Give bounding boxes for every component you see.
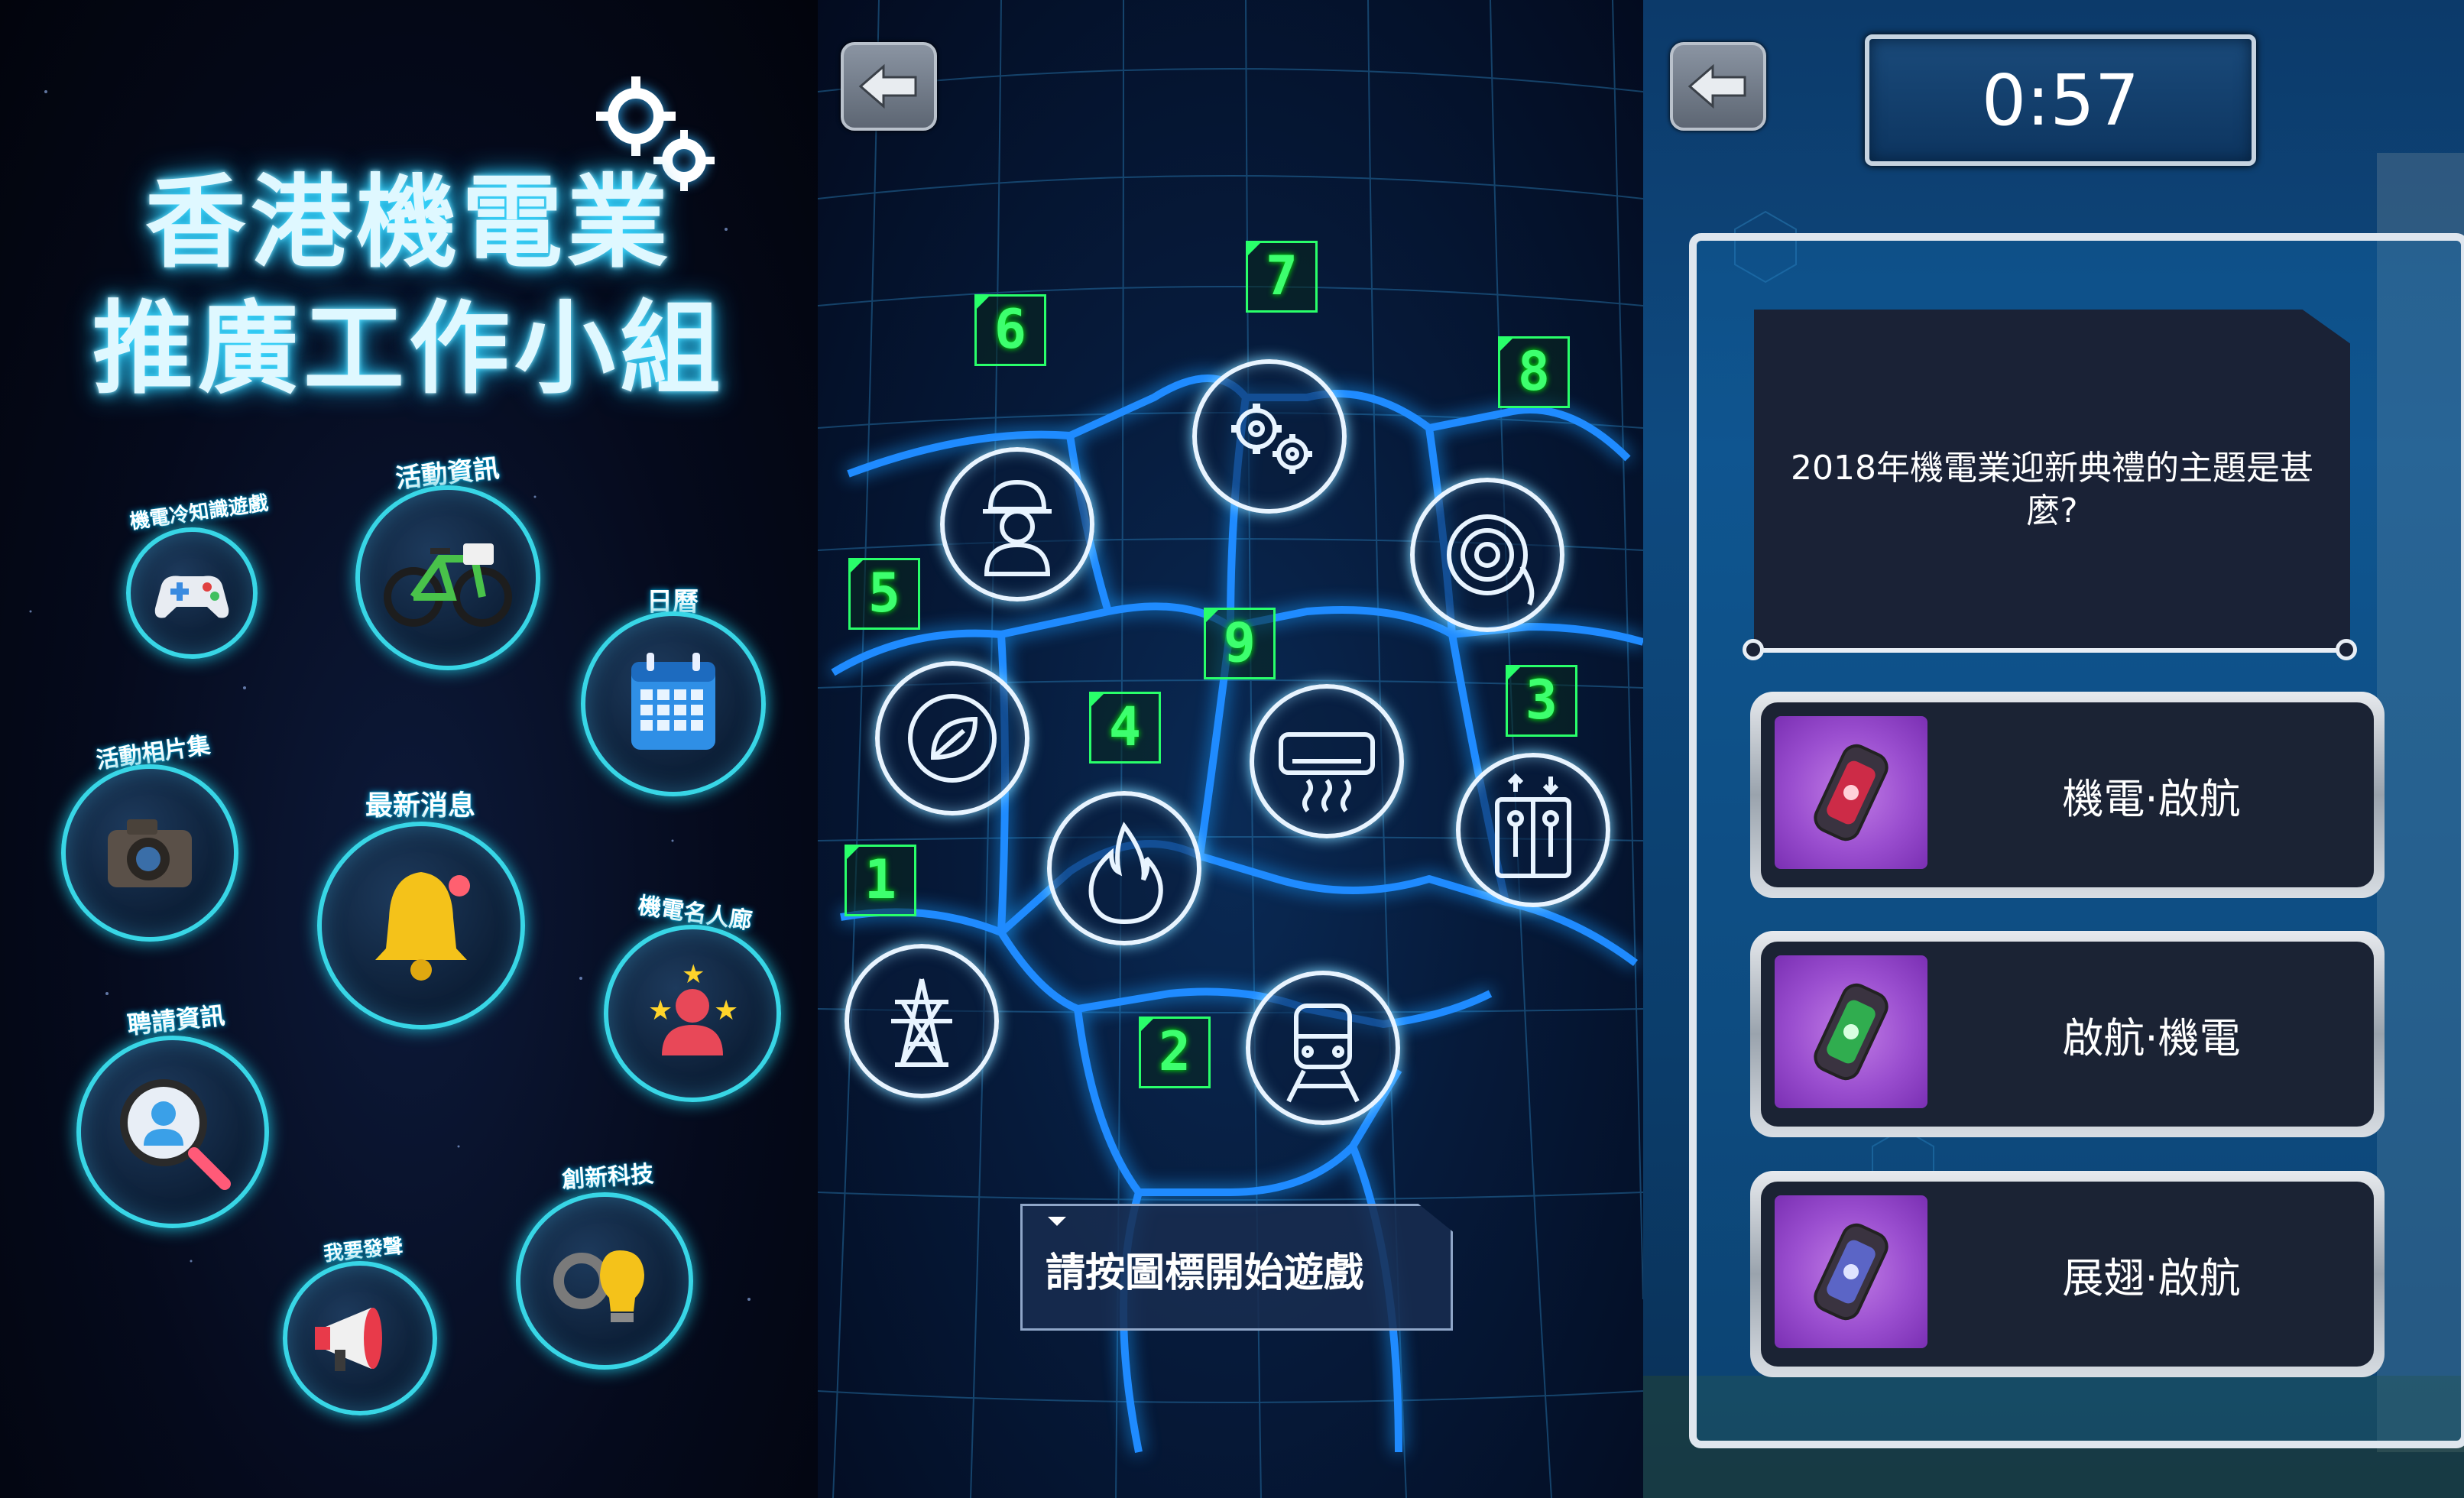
menu-bubble: [317, 822, 525, 1029]
menu-bubble: [61, 764, 238, 942]
svg-text:★: ★: [714, 995, 738, 1026]
train-icon: [1286, 1004, 1360, 1103]
cable-reel-icon: [1447, 514, 1535, 606]
svg-text:★: ★: [682, 959, 705, 990]
menu-label: 創新科技: [561, 1160, 655, 1195]
answer-option-1[interactable]: 機電·啟航: [1750, 692, 2385, 898]
level-node-5[interactable]: [875, 661, 1029, 815]
menu-item-innovation[interactable]: 創新科技: [504, 1154, 703, 1383]
back-arrow-icon: [858, 63, 917, 109]
gears-icon: [1231, 404, 1312, 474]
level-tag-7: 7: [1246, 241, 1318, 313]
menu-bubble: [516, 1192, 693, 1370]
level-tag-2: 2: [1139, 1016, 1211, 1088]
answer-text: 啟航·機電: [2062, 1013, 2241, 1062]
lift-icon: [1495, 773, 1571, 878]
caret-down-icon: [1048, 1217, 1066, 1226]
energy-capsule-icon: [1775, 955, 1927, 1108]
question-box: 2018年機電業迎新典禮的主題是甚麼?: [1754, 310, 2350, 650]
start-game-prompt[interactable]: 請按圖標開始遊戲: [1020, 1204, 1453, 1331]
energy-capsule-icon: [1775, 716, 1927, 869]
menu-item-calendar[interactable]: 日曆: [573, 581, 772, 802]
menu-bubble: ★ ★ ★: [604, 925, 781, 1102]
bell-icon: [375, 872, 470, 981]
svg-text:★: ★: [648, 995, 673, 1026]
answer-text: 展翅·啟航: [2062, 1253, 2241, 1302]
level-node-6[interactable]: [940, 447, 1094, 601]
menu-item-photos[interactable]: 活動相片集: [53, 726, 252, 942]
question-text: 2018年機電業迎新典禮的主題是甚麼?: [1791, 449, 2313, 530]
menu-item-news[interactable]: 最新消息: [306, 780, 535, 1029]
app-title-line2: 推廣工作小組: [92, 290, 725, 408]
level-tag-9: 9: [1204, 608, 1276, 679]
flame-icon: [1088, 822, 1163, 925]
bicycle-icon: [384, 543, 512, 627]
level-node-7[interactable]: [1192, 359, 1347, 514]
level-tag-4: 4: [1089, 692, 1161, 764]
camera-icon: [108, 819, 192, 887]
level-tag-1: 1: [845, 845, 916, 916]
level-node-3[interactable]: [1456, 753, 1610, 907]
level-node-8[interactable]: [1410, 478, 1564, 632]
back-button[interactable]: [841, 42, 937, 131]
countdown-timer: 0:57: [1865, 34, 2256, 166]
back-button[interactable]: [1670, 42, 1766, 131]
megaphone-icon: [315, 1308, 382, 1371]
level-node-2[interactable]: [1246, 971, 1400, 1125]
timer-text: 0:57: [1981, 59, 2140, 141]
divider-node-left: [1743, 639, 1764, 660]
star-person-icon: ★ ★ ★: [648, 959, 738, 1055]
start-prompt-text: 請按圖標開始遊戲: [1046, 1250, 1364, 1296]
menu-item-events[interactable]: 活動資訊: [348, 443, 546, 673]
quiz-panel: 0:57 2018年機電業迎新典禮的主題是甚麼? 機電·啟航 啟航·機電 展翅·…: [1643, 0, 2464, 1498]
air-conditioner-icon: [1279, 732, 1375, 812]
menu-bubble: [355, 485, 540, 670]
level-tag-5: 5: [848, 558, 920, 630]
engineer-icon: [983, 479, 1052, 576]
transmission-tower-icon: [891, 978, 952, 1067]
level-tag-6: 6: [974, 294, 1046, 366]
menu-bubble: [126, 527, 258, 659]
job-search-icon: [120, 1079, 231, 1190]
level-node-9[interactable]: [1250, 684, 1404, 838]
question-divider: [1754, 648, 2350, 653]
menu-label: 最新消息: [365, 790, 475, 822]
level-tag-3: 3: [1506, 665, 1577, 737]
map-panel: 1 2 3 4 5 6 7 8 9 請按圖標開始遊戲: [818, 0, 1643, 1498]
back-arrow-icon: [1688, 63, 1746, 109]
divider-node-right: [2336, 639, 2357, 660]
menu-bubble: [283, 1261, 437, 1415]
gamepad-icon: [154, 576, 229, 618]
home-panel: 香港機電業 推廣工作小組 機電冷知識遊戲 活動資訊 日曆 活動相片集 最新消息 …: [0, 0, 818, 1498]
eco-plug-icon: [908, 694, 997, 783]
calendar-icon: [631, 653, 715, 750]
answer-option-2[interactable]: 啟航·機電: [1750, 931, 2385, 1137]
menu-item-hall-of-fame[interactable]: 機電名人廊 ★ ★ ★: [596, 887, 795, 1108]
answer-text: 機電·啟航: [2062, 774, 2241, 823]
energy-capsule-icon: [1775, 1195, 1927, 1348]
answer-option-3[interactable]: 展翅·啟航: [1750, 1171, 2385, 1377]
menu-bubble: [76, 1036, 269, 1228]
menu-item-feedback[interactable]: 我要發聲: [271, 1230, 455, 1422]
level-node-1[interactable]: [845, 944, 999, 1098]
level-node-4[interactable]: [1047, 791, 1201, 945]
menu-item-game[interactable]: 機電冷知識遊戲: [122, 491, 275, 659]
menu-item-jobs[interactable]: 聘請資訊: [69, 994, 283, 1230]
app-title-line1: 香港機電業: [145, 164, 673, 282]
menu-bubble: [581, 611, 766, 796]
level-tag-8: 8: [1498, 336, 1570, 408]
lightbulb-gear-icon: [553, 1250, 644, 1322]
